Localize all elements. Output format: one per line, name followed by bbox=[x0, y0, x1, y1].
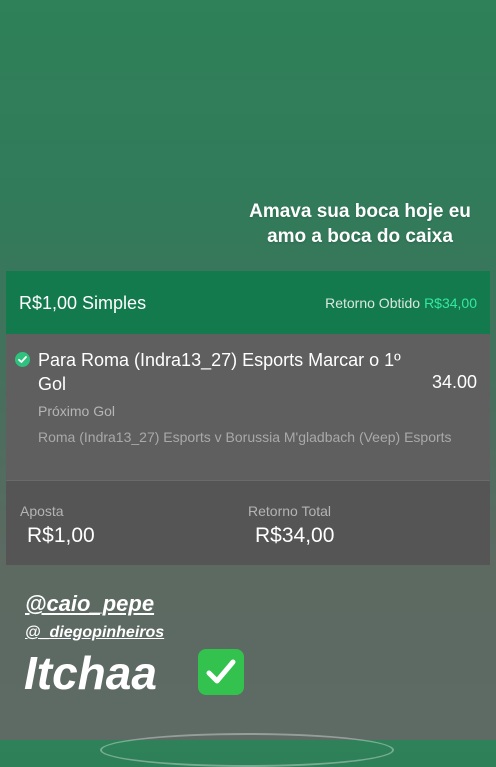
total-return-label: Retorno Total bbox=[248, 503, 332, 519]
market-name: Próximo Gol bbox=[38, 403, 116, 419]
return-obtained-value: R$34,00 bbox=[424, 295, 477, 311]
bet-type-label: R$1,00 Simples bbox=[19, 293, 147, 313]
reply-bar-outline[interactable] bbox=[100, 733, 394, 767]
check-mark-emoji-icon bbox=[198, 649, 244, 695]
bet-header: R$1,00 Simples Retorno Obtido R$34,00 bbox=[6, 271, 490, 334]
return-obtained: Retorno Obtido R$34,00 bbox=[325, 295, 477, 311]
check-circle-icon bbox=[15, 352, 30, 367]
selection-name: Para Roma (Indra13_27) Esports Marcar o … bbox=[38, 350, 401, 394]
selection-odds: 34.00 bbox=[431, 372, 477, 392]
story-caption: Amava sua boca hoje eu amo a boca do cai… bbox=[249, 201, 471, 247]
event-name: Roma (Indra13_27) Esports v Borussia M'g… bbox=[38, 429, 452, 445]
return-obtained-label: Retorno Obtido bbox=[325, 295, 421, 311]
stake-value: R$1,00 bbox=[27, 524, 95, 547]
mention-caio-pepe[interactable]: @caio_pepe bbox=[25, 591, 154, 617]
story-big-text: Itchaa bbox=[24, 647, 157, 699]
mention-diegopinheiros[interactable]: @_diegopinheiros bbox=[25, 624, 164, 642]
bet-selection: Para Roma (Indra13_27) Esports Marcar o … bbox=[6, 334, 490, 480]
stake-label: Aposta bbox=[20, 503, 64, 519]
total-return-value: R$34,00 bbox=[255, 524, 335, 547]
stake-summary: Aposta R$1,00 Retorno Total R$34,00 bbox=[6, 480, 490, 565]
